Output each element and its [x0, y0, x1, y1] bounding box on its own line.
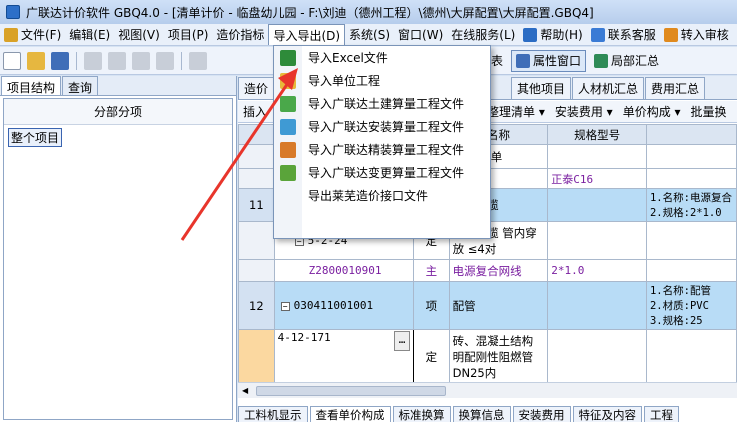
arrow-head [278, 68, 298, 90]
arrow-shaft [180, 79, 292, 241]
annotation-arrow [180, 68, 298, 241]
